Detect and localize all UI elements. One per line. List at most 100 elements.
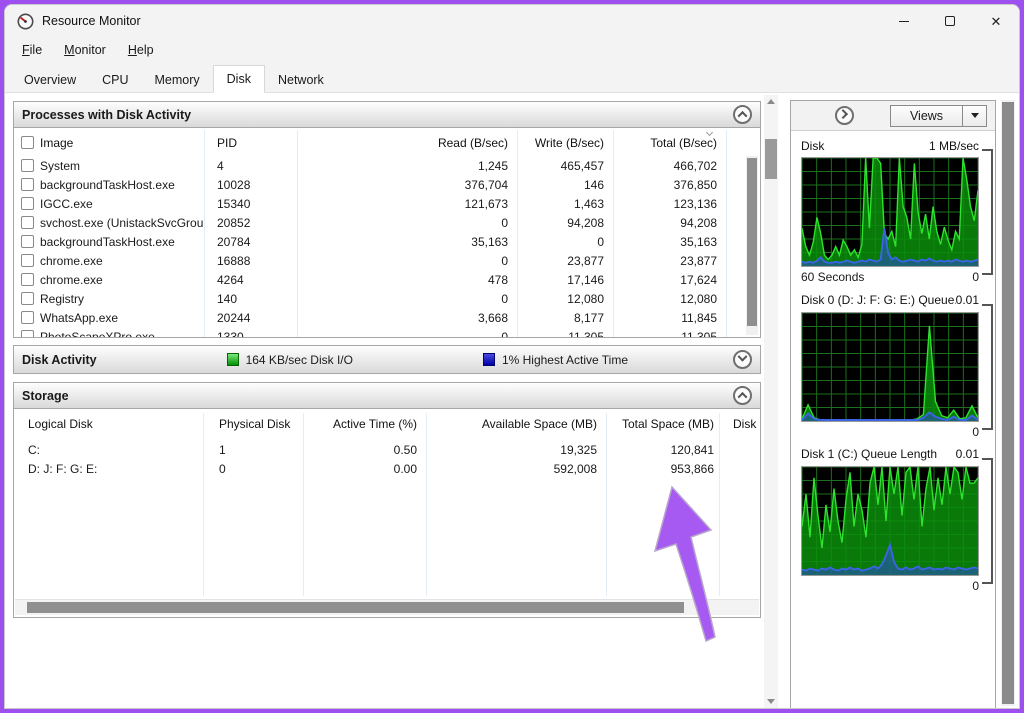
views-dropdown-button[interactable] bbox=[962, 106, 986, 126]
process-read: 1,245 bbox=[297, 156, 517, 175]
menu-item-help[interactable]: Help bbox=[120, 40, 162, 60]
collapse-processes-button[interactable] bbox=[733, 105, 752, 124]
column-header-pid[interactable]: PID bbox=[204, 129, 297, 156]
menu-bar: File Monitor Help bbox=[5, 37, 1019, 63]
graphs-scrollbar-thumb[interactable] bbox=[1002, 102, 1014, 704]
total-space: 953,866 bbox=[606, 459, 719, 478]
graphs-vertical-scrollbar[interactable] bbox=[1001, 100, 1015, 706]
tab-disk[interactable]: Disk bbox=[213, 65, 265, 93]
process-total: 11,845 bbox=[613, 308, 726, 327]
column-header-active-time[interactable]: Active Time (%) bbox=[303, 410, 426, 437]
processes-panel: Processes with Disk Activity Image PID R… bbox=[13, 101, 761, 338]
storage-row[interactable]: C: 1 0.50 19,325 120,841 bbox=[14, 440, 760, 459]
process-pid: 140 bbox=[204, 289, 297, 308]
disk0-queue-graph bbox=[801, 312, 979, 422]
process-total: 466,702 bbox=[613, 156, 726, 175]
storage-scrollbar-thumb[interactable] bbox=[27, 602, 684, 613]
row-checkbox[interactable] bbox=[21, 311, 34, 324]
process-write: 17,146 bbox=[517, 270, 613, 289]
column-header-write[interactable]: Write (B/sec) bbox=[517, 129, 613, 156]
processes-panel-header: Processes with Disk Activity bbox=[14, 102, 760, 128]
process-row[interactable]: PhotoScapeXPro.exe 1330 0 11,305 11,305 bbox=[14, 327, 760, 337]
collapse-graphs-button[interactable] bbox=[835, 106, 854, 125]
row-checkbox[interactable] bbox=[21, 235, 34, 248]
disk1-queue-axis: 0 bbox=[801, 579, 979, 593]
disk-graph bbox=[801, 157, 979, 267]
row-checkbox[interactable] bbox=[21, 292, 34, 305]
close-button[interactable]: ✕ bbox=[973, 5, 1019, 37]
column-header-disk-queue[interactable]: Disk Q bbox=[719, 410, 761, 437]
process-image: IGCC.exe bbox=[40, 194, 204, 213]
row-checkbox[interactable] bbox=[21, 254, 34, 267]
tab-memory[interactable]: Memory bbox=[142, 68, 213, 92]
column-header-image[interactable]: Image bbox=[40, 129, 204, 156]
process-read: 0 bbox=[297, 327, 517, 337]
process-row[interactable]: Registry 140 0 12,080 12,080 bbox=[14, 289, 760, 308]
processes-scrollbar-thumb[interactable] bbox=[747, 158, 757, 326]
disk-graph-title: Disk bbox=[801, 139, 929, 153]
process-total: 123,136 bbox=[613, 194, 726, 213]
maximize-button[interactable] bbox=[927, 5, 973, 37]
column-header-total-space[interactable]: Total Space (MB) bbox=[606, 410, 719, 437]
column-header-logical-disk[interactable]: Logical Disk bbox=[28, 410, 203, 437]
minimize-icon bbox=[899, 21, 909, 22]
physical-disk: 0 bbox=[203, 459, 303, 478]
row-checkbox[interactable] bbox=[21, 197, 34, 210]
column-header-read[interactable]: Read (B/sec) bbox=[297, 129, 517, 156]
views-button-label[interactable]: Views bbox=[891, 106, 962, 126]
row-checkbox[interactable] bbox=[21, 330, 34, 338]
process-row[interactable]: System 4 1,245 465,457 466,702 bbox=[14, 156, 760, 175]
main-vertical-scrollbar[interactable] bbox=[764, 95, 778, 708]
row-checkbox[interactable] bbox=[21, 178, 34, 191]
scale-bracket bbox=[982, 149, 993, 275]
disk0-queue-axis: 0 bbox=[801, 425, 979, 439]
column-header-physical-disk[interactable]: Physical Disk bbox=[203, 410, 303, 437]
select-all-checkbox[interactable] bbox=[21, 136, 34, 149]
row-checkbox[interactable] bbox=[21, 273, 34, 286]
process-total: 94,208 bbox=[613, 213, 726, 232]
scroll-up-icon[interactable] bbox=[767, 99, 775, 104]
row-checkbox[interactable] bbox=[21, 159, 34, 172]
process-image: chrome.exe bbox=[40, 251, 204, 270]
process-row[interactable]: backgroundTaskHost.exe 20784 35,163 0 35… bbox=[14, 232, 760, 251]
process-row[interactable]: WhatsApp.exe 20244 3,668 8,177 11,845 bbox=[14, 308, 760, 327]
menu-item-monitor[interactable]: Monitor bbox=[56, 40, 114, 60]
disk-activity-section: Disk Activity 164 KB/sec Disk I/O 1% Hig… bbox=[13, 345, 761, 374]
available-space: 19,325 bbox=[426, 440, 606, 459]
tab-overview[interactable]: Overview bbox=[11, 68, 89, 92]
content-area: Processes with Disk Activity Image PID R… bbox=[5, 93, 1019, 709]
disk1-queue-scale: 0.01 bbox=[956, 447, 979, 461]
processes-scrollbar[interactable] bbox=[746, 156, 758, 335]
resource-monitor-window: Resource Monitor ✕ File Monitor Help Overv… bbox=[4, 4, 1020, 709]
total-space: 120,841 bbox=[606, 440, 719, 459]
minimize-button[interactable] bbox=[881, 5, 927, 37]
tab-cpu[interactable]: CPU bbox=[89, 68, 141, 92]
process-read: 0 bbox=[297, 289, 517, 308]
process-total: 11,305 bbox=[613, 327, 726, 337]
storage-column-headers: Logical Disk Physical Disk Active Time (… bbox=[14, 410, 760, 437]
dropdown-arrow-icon bbox=[971, 113, 979, 118]
storage-row[interactable]: D: J: F: G: E: 0 0.00 592,008 953,866 bbox=[14, 459, 760, 478]
resource-monitor-icon bbox=[17, 13, 34, 30]
process-row[interactable]: svchost.exe (UnistackSvcGroup) 20852 0 9… bbox=[14, 213, 760, 232]
process-row[interactable]: IGCC.exe 15340 121,673 1,463 123,136 bbox=[14, 194, 760, 213]
views-button[interactable]: Views bbox=[890, 105, 987, 127]
process-write: 8,177 bbox=[517, 308, 613, 327]
expand-disk-activity-button[interactable] bbox=[733, 350, 752, 369]
process-row[interactable]: backgroundTaskHost.exe 10028 376,704 146… bbox=[14, 175, 760, 194]
window-title: Resource Monitor bbox=[42, 14, 141, 28]
storage-horizontal-scrollbar[interactable] bbox=[15, 599, 759, 615]
menu-item-file[interactable]: File bbox=[14, 40, 50, 60]
process-row[interactable]: chrome.exe 16888 0 23,877 23,877 bbox=[14, 251, 760, 270]
scroll-down-icon[interactable] bbox=[767, 699, 775, 704]
row-checkbox[interactable] bbox=[21, 216, 34, 229]
column-header-available-space[interactable]: Available Space (MB) bbox=[426, 410, 606, 437]
main-scrollbar-thumb[interactable] bbox=[765, 139, 777, 179]
disk0-queue-zero: 0 bbox=[972, 425, 979, 439]
process-write: 11,305 bbox=[517, 327, 613, 337]
process-row[interactable]: chrome.exe 4264 478 17,146 17,624 bbox=[14, 270, 760, 289]
process-pid: 4 bbox=[204, 156, 297, 175]
collapse-storage-button[interactable] bbox=[733, 386, 752, 405]
active-time: 0.50 bbox=[303, 440, 426, 459]
tab-network[interactable]: Network bbox=[265, 68, 337, 92]
